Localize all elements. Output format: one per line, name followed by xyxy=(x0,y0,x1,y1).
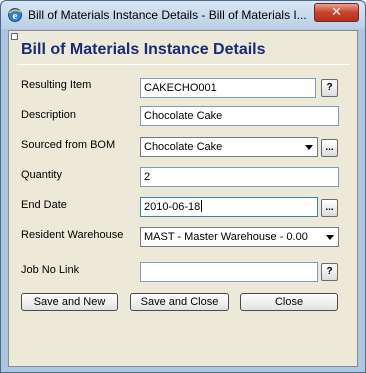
job-no-link-input[interactable] xyxy=(140,262,318,282)
description-label: Description xyxy=(21,109,77,121)
resulting-item-lookup-button[interactable]: ? xyxy=(321,79,338,97)
resident-warehouse-value: MAST - Master Warehouse - 0.00 xyxy=(144,231,308,243)
description-input[interactable]: Chocolate Cake xyxy=(140,106,339,126)
save-and-new-button[interactable]: Save and New xyxy=(21,293,118,311)
resident-warehouse-label: Resident Warehouse xyxy=(21,229,124,241)
dropdown-arrow-icon[interactable] xyxy=(305,145,313,150)
sourced-from-bom-select[interactable]: Chocolate Cake xyxy=(140,137,318,157)
close-button[interactable]: Close xyxy=(240,293,338,311)
dialog-body: Bill of Materials Instance Details Resul… xyxy=(8,30,358,367)
close-window-button[interactable]: ✕ xyxy=(314,3,359,22)
quantity-input[interactable]: 2 xyxy=(140,167,339,187)
job-no-link-lookup-button[interactable]: ? xyxy=(321,263,338,281)
end-date-picker-button[interactable]: ... xyxy=(321,199,338,217)
text-caret xyxy=(201,200,203,212)
save-and-close-button[interactable]: Save and Close xyxy=(130,293,229,311)
end-date-label: End Date xyxy=(21,199,67,211)
page-title: Bill of Materials Instance Details xyxy=(21,41,266,58)
resulting-item-input[interactable]: CAKECHO001 xyxy=(140,78,316,98)
browser-icon: e xyxy=(7,7,23,23)
corner-mark-icon xyxy=(11,33,18,40)
resident-warehouse-select[interactable]: MAST - Master Warehouse - 0.00 xyxy=(140,227,339,247)
sourced-from-bom-value: Chocolate Cake xyxy=(144,141,223,153)
job-no-link-label: Job No Link xyxy=(21,264,80,276)
svg-text:e: e xyxy=(13,10,18,22)
window-title: Bill of Materials Instance Details - Bil… xyxy=(28,8,307,22)
resulting-item-label: Resulting Item xyxy=(21,79,92,91)
title-bar[interactable]: e Bill of Materials Instance Details - B… xyxy=(1,1,365,29)
sourced-from-bom-browse-button[interactable]: ... xyxy=(321,139,338,157)
end-date-value: 2010-06-18 xyxy=(144,201,201,213)
dialog-window: e Bill of Materials Instance Details - B… xyxy=(0,0,366,373)
dropdown-arrow-icon[interactable] xyxy=(326,235,334,240)
sourced-from-bom-label: Sourced from BOM xyxy=(21,139,116,151)
end-date-input[interactable]: 2010-06-18 xyxy=(140,197,318,217)
quantity-label: Quantity xyxy=(21,169,62,181)
heading-divider xyxy=(17,64,350,65)
